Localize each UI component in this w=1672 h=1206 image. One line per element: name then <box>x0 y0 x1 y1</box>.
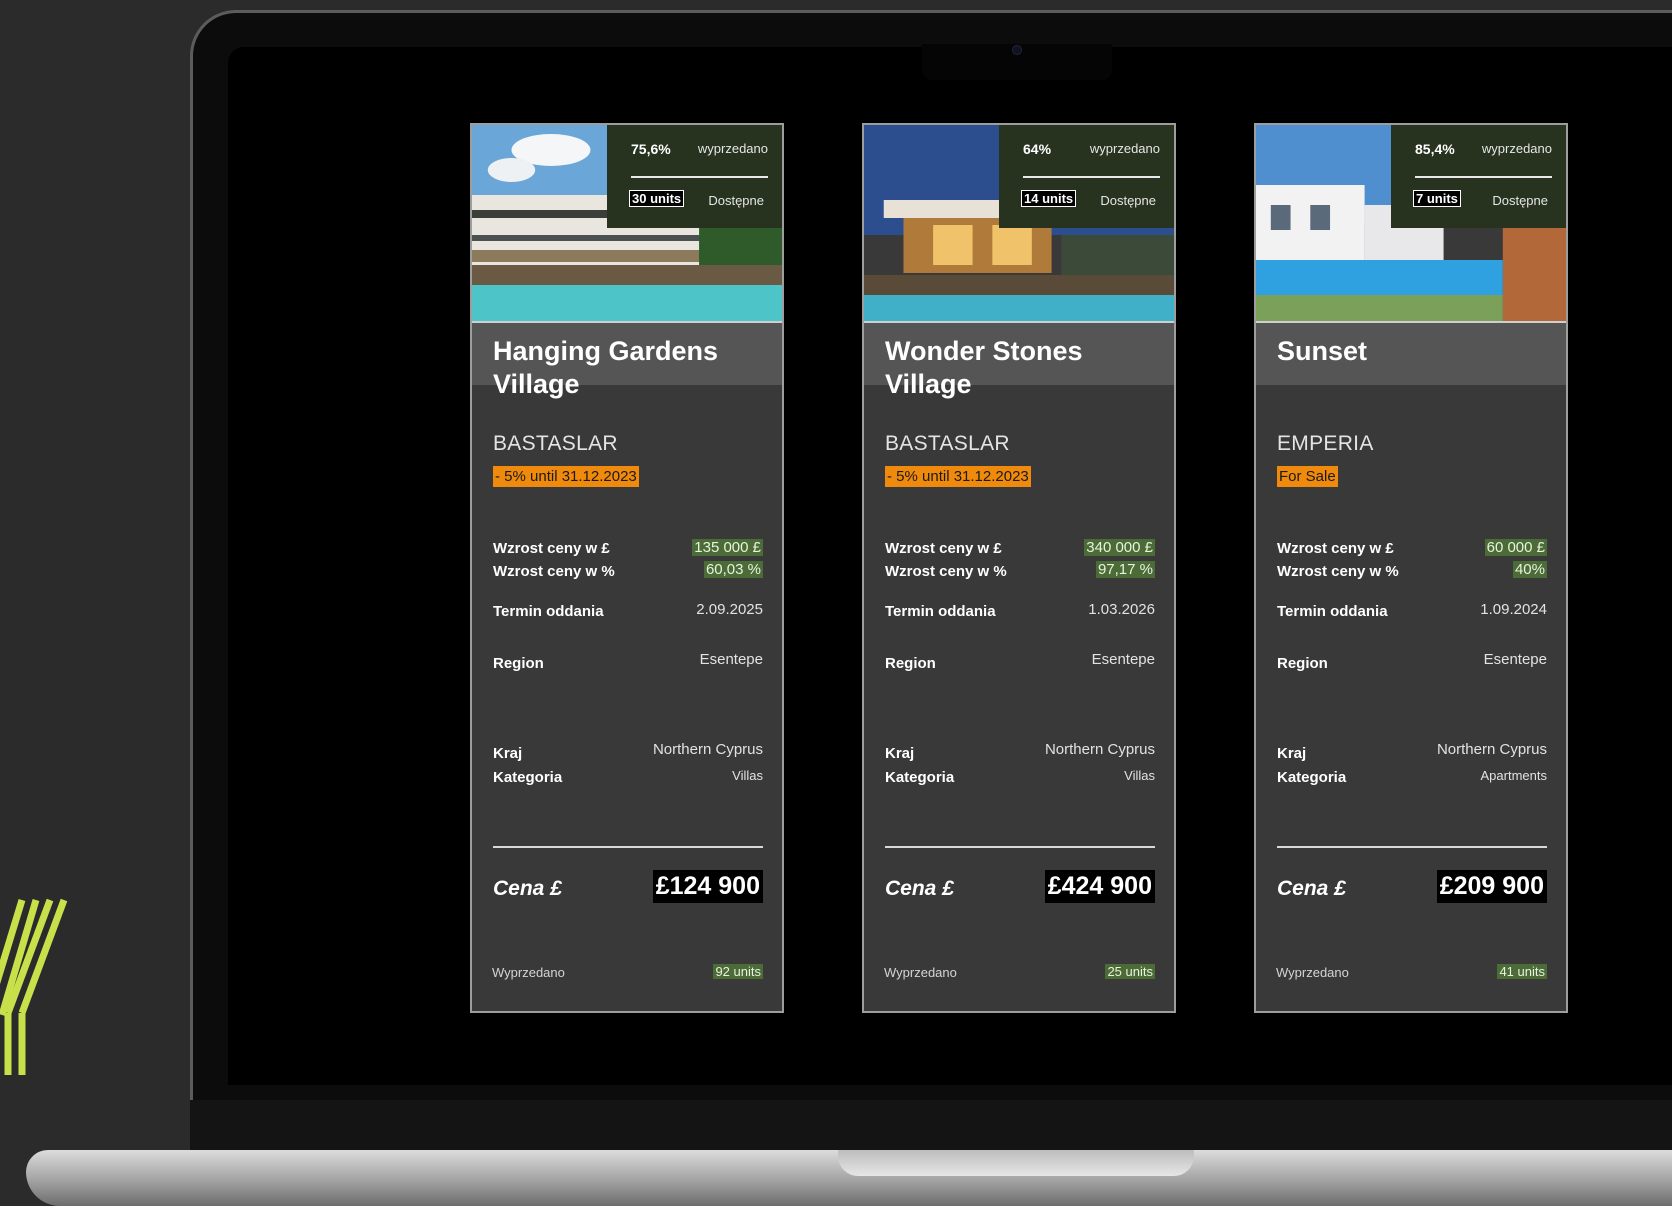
country-value: Northern Cyprus <box>1044 741 1155 758</box>
available-units: 30 units <box>629 190 685 207</box>
country-value: Northern Cyprus <box>1436 741 1547 758</box>
price-label: Cena £ <box>1277 877 1346 900</box>
stats-divider <box>631 176 768 178</box>
available-units: 14 units <box>1021 190 1077 207</box>
sold-label: Wyprzedano <box>492 965 565 980</box>
available-units: 7 units <box>1413 190 1461 207</box>
category-value: Apartments <box>1480 768 1547 783</box>
category-label: Kategoria <box>1277 769 1347 786</box>
property-card-hanging-gardens[interactable]: 75,6% wyprzedano 30 units Dostępne Hangi… <box>470 123 784 1013</box>
laptop-base-notch <box>838 1150 1194 1176</box>
completion-label: Termin oddania <box>1277 603 1388 620</box>
property-location: EMPERIA <box>1277 432 1374 455</box>
sold-percentage-label: wyprzedano <box>1089 141 1160 156</box>
available-label: Dostępne <box>708 193 764 208</box>
country-value: Northern Cyprus <box>652 741 763 758</box>
sales-stats-panel: 85,4% wyprzedano 7 units Dostępne <box>1391 125 1566 228</box>
sold-percentage-label: wyprzedano <box>1481 141 1552 156</box>
category-label: Kategoria <box>493 769 563 786</box>
property-card-sunset[interactable]: 85,4% wyprzedano 7 units Dostępne Sunset… <box>1254 123 1568 1013</box>
region-value: Esentepe <box>1091 651 1155 668</box>
laptop-chin <box>190 1100 1672 1150</box>
price-rise-pct-value: 40% <box>1512 561 1547 578</box>
sold-units: 92 units <box>713 964 763 979</box>
sold-label: Wyprzedano <box>1276 965 1349 980</box>
price-value: £124 900 <box>652 870 763 903</box>
promo-badge: - 5% until 31.12.2023 <box>885 466 1031 487</box>
property-card-wonder-stones[interactable]: 64% wyprzedano 14 units Dostępne Wonder … <box>862 123 1176 1013</box>
property-title: Hanging Gardens Village <box>493 336 719 399</box>
sold-percentage-label: wyprzedano <box>697 141 768 156</box>
completion-value: 1.03.2026 <box>1088 601 1155 618</box>
available-label: Dostępne <box>1100 193 1156 208</box>
sold-units: 25 units <box>1105 964 1155 979</box>
price-rise-gbp-label: Wzrost ceny w £ <box>1277 540 1394 557</box>
property-location: BASTASLAR <box>885 432 1010 455</box>
price-value: £209 900 <box>1436 870 1547 903</box>
price-rise-gbp-value: 135 000 £ <box>692 539 763 556</box>
sold-label: Wyprzedano <box>884 965 957 980</box>
property-title: Sunset <box>1277 336 1368 366</box>
completion-value: 2.09.2025 <box>696 601 763 618</box>
status-badge: For Sale <box>1277 466 1338 487</box>
completion-label: Termin oddania <box>493 603 604 620</box>
sold-units: 41 units <box>1497 964 1547 979</box>
price-rise-pct-label: Wzrost ceny w % <box>885 563 1007 580</box>
promo-badge: - 5% until 31.12.2023 <box>493 466 639 487</box>
price-label: Cena £ <box>885 877 954 900</box>
price-rise-gbp-value: 340 000 £ <box>1084 539 1155 556</box>
region-value: Esentepe <box>1483 651 1547 668</box>
stats-divider <box>1023 176 1160 178</box>
sales-stats-panel: 75,6% wyprzedano 30 units Dostępne <box>607 125 782 228</box>
price-rise-gbp-label: Wzrost ceny w £ <box>885 540 1002 557</box>
sold-percentage: 75,6% <box>631 141 671 157</box>
price-rise-gbp-value: 60 000 £ <box>1484 539 1547 556</box>
price-value: £424 900 <box>1044 870 1155 903</box>
sold-percentage: 64% <box>1023 141 1052 157</box>
price-divider <box>1277 846 1547 848</box>
price-rise-pct-label: Wzrost ceny w % <box>1277 563 1399 580</box>
sales-stats-panel: 64% wyprzedano 14 units Dostępne <box>999 125 1174 228</box>
region-label: Region <box>493 655 544 672</box>
region-value: Esentepe <box>699 651 763 668</box>
price-divider <box>493 846 763 848</box>
available-label: Dostępne <box>1492 193 1548 208</box>
completion-value: 1.09.2024 <box>1480 601 1547 618</box>
price-divider <box>885 846 1155 848</box>
region-label: Region <box>885 655 936 672</box>
brand-stripes-logo <box>0 898 68 1075</box>
camera-icon <box>1012 45 1022 55</box>
stats-divider <box>1415 176 1552 178</box>
category-label: Kategoria <box>885 769 955 786</box>
country-label: Kraj <box>493 745 523 762</box>
country-label: Kraj <box>885 745 915 762</box>
property-location: BASTASLAR <box>493 432 618 455</box>
completion-label: Termin oddania <box>885 603 996 620</box>
price-rise-pct-value: 97,17 % <box>1095 561 1155 578</box>
region-label: Region <box>1277 655 1328 672</box>
sold-percentage: 85,4% <box>1415 141 1455 157</box>
property-title: Wonder Stones Village <box>885 336 1083 399</box>
price-rise-pct-label: Wzrost ceny w % <box>493 563 615 580</box>
price-label: Cena £ <box>493 877 562 900</box>
price-rise-gbp-label: Wzrost ceny w £ <box>493 540 610 557</box>
category-value: Villas <box>732 768 763 783</box>
category-value: Villas <box>1124 768 1155 783</box>
country-label: Kraj <box>1277 745 1307 762</box>
price-rise-pct-value: 60,03 % <box>703 561 763 578</box>
